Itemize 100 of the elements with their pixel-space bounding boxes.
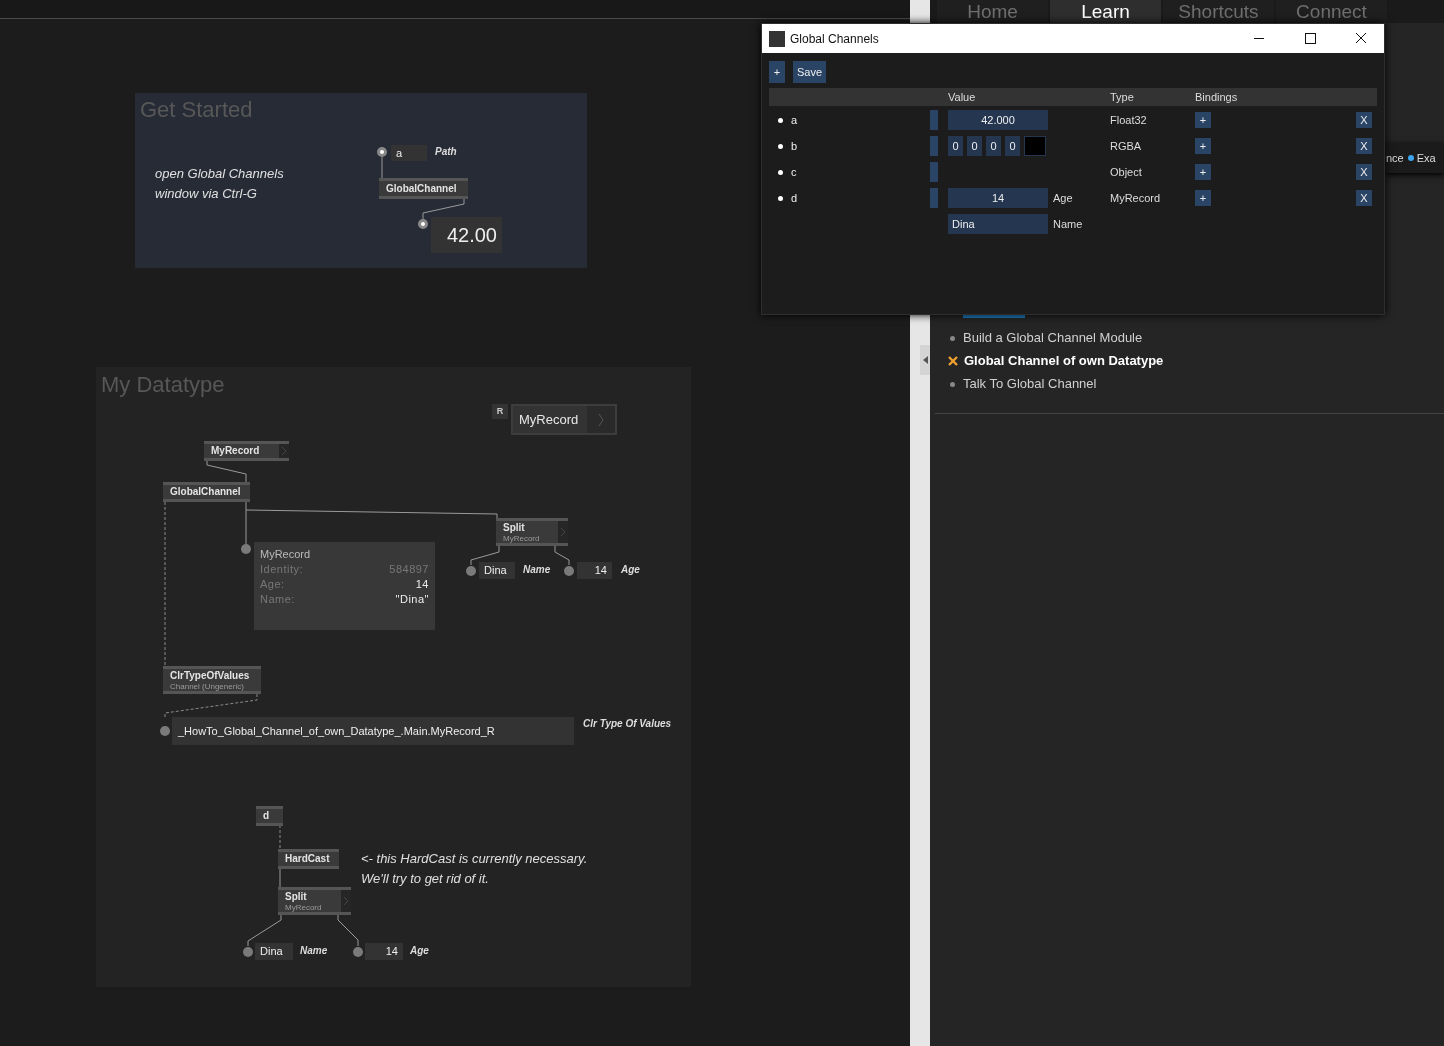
node[interactable]: HardCast <box>278 849 339 869</box>
add-binding-button[interactable]: + <box>1195 190 1211 206</box>
node-title: GlobalChannel <box>170 486 241 498</box>
bullet-icon <box>778 195 783 201</box>
node-title: Split <box>503 521 526 534</box>
add-binding-button[interactable]: + <box>1195 112 1211 128</box>
comment-text: <- this HardCast is currently necessary. We'll try to get rid of it. <box>361 850 588 888</box>
channel-type: MyRecord <box>1110 191 1162 206</box>
node[interactable]: ClrTypeOfValues Channel (Ungeneric) <box>163 666 261 694</box>
node[interactable]: GlobalChannel <box>379 178 468 199</box>
tooltip-title: MyRecord <box>260 548 312 560</box>
value-box[interactable]: a <box>391 145 427 161</box>
channel-name[interactable]: b <box>791 140 798 152</box>
add-binding-button[interactable]: + <box>1195 138 1211 154</box>
pin[interactable] <box>377 147 387 157</box>
type-badge: R <box>492 404 508 419</box>
value-box[interactable]: 14 <box>365 943 403 960</box>
node-title: GlobalChannel <box>386 182 458 195</box>
comment-text: open Global Channels window via Ctrl-G <box>155 165 284 203</box>
sub-tab[interactable]: nce <box>1386 152 1404 164</box>
bullet-icon <box>950 381 955 387</box>
pin-label: Clr Type Of Values <box>583 717 672 731</box>
node-title: HardCast <box>285 853 330 865</box>
wire <box>470 545 500 566</box>
node-subtitle: MyRecord <box>503 533 540 543</box>
value-field[interactable]: 0 <box>967 136 982 156</box>
window-title: Global Channels <box>790 31 880 46</box>
pin-label: Age <box>621 563 640 577</box>
tooltip-value: 14 <box>415 578 429 590</box>
node-title: Split <box>285 890 308 903</box>
channel-name[interactable]: c <box>791 166 797 178</box>
node-title: ClrTypeOfValues <box>170 669 250 682</box>
node[interactable]: GlobalChannel <box>163 482 250 502</box>
value-field[interactable]: 14 <box>948 188 1048 208</box>
tab[interactable]: Learn <box>1050 0 1161 23</box>
chevron-icon <box>598 412 604 427</box>
bullet-icon <box>778 169 783 175</box>
toolbar-button[interactable]: Save <box>793 61 827 83</box>
row-handle[interactable] <box>930 188 938 208</box>
node-title: d <box>263 810 270 822</box>
channel-name[interactable]: a <box>791 114 798 126</box>
lesson-item[interactable]: Build a Global Channel Module <box>948 329 1164 347</box>
value-box[interactable]: 42.00 <box>431 217 502 253</box>
row-handle[interactable] <box>930 162 938 182</box>
sub-tab[interactable]: Exa <box>1416 152 1436 164</box>
value-box[interactable]: Dina <box>255 943 293 960</box>
column-header: Value <box>948 90 977 105</box>
lesson-label: Talk To Global Channel <box>963 375 1097 393</box>
color-swatch[interactable] <box>1024 136 1046 156</box>
row-handle[interactable] <box>930 110 938 130</box>
node-title: MyRecord <box>211 445 260 457</box>
node-subtitle: Channel (Ungeneric) <box>170 681 245 691</box>
wire <box>381 156 383 179</box>
wire <box>554 545 570 566</box>
wire <box>206 459 247 483</box>
channel-type: RGBA <box>1110 139 1143 154</box>
channel-name[interactable]: d <box>791 192 798 204</box>
value-field[interactable]: 0 <box>1005 136 1020 156</box>
wire <box>422 198 465 220</box>
node[interactable]: Split MyRecord <box>278 887 351 915</box>
tooltip-value: 584897 <box>389 563 429 575</box>
value-field[interactable]: 0 <box>948 136 963 156</box>
remove-button[interactable]: X <box>1356 112 1372 128</box>
node[interactable]: MyRecord <box>204 441 289 461</box>
bullet-icon <box>778 143 783 149</box>
node[interactable]: Split MyRecord <box>496 518 568 546</box>
add-binding-button[interactable]: + <box>1195 164 1211 180</box>
value-box[interactable]: Dina <box>479 562 515 579</box>
column-header: Type <box>1110 90 1135 105</box>
value-box[interactable]: _HowTo_Global_Channel_of_own_Datatype_.Main.MyRecord_R <box>172 717 574 745</box>
value-field[interactable]: 42.000 <box>948 110 1048 130</box>
collapse-handle[interactable] <box>920 345 930 375</box>
node[interactable]: d <box>256 806 283 826</box>
chevron-icon <box>560 527 566 537</box>
toolbar-button[interactable]: + <box>769 61 785 83</box>
lesson-label: Build a Global Channel Module <box>963 329 1143 347</box>
wire <box>279 824 281 850</box>
app-icon <box>769 30 785 47</box>
tooltip-label: Identity: <box>260 563 304 575</box>
row-handle[interactable] <box>930 136 938 156</box>
wire <box>279 867 281 888</box>
remove-button[interactable]: X <box>1356 138 1372 154</box>
wire <box>337 914 359 947</box>
tooltip-value: "Dina" <box>395 593 429 605</box>
lesson-item[interactable]: Talk To Global Channel <box>948 375 1164 393</box>
field-label: Name <box>1053 218 1083 230</box>
chevron-icon <box>281 446 287 456</box>
pin-label: Name <box>523 563 551 577</box>
value-field[interactable]: Dina <box>948 214 1048 234</box>
type-node[interactable]: MyRecord <box>511 404 617 435</box>
value-field[interactable]: 0 <box>986 136 1001 156</box>
channel-type: Object <box>1110 165 1143 180</box>
pin[interactable] <box>418 219 428 229</box>
bullet-icon <box>778 117 783 123</box>
field-label: Age <box>1053 192 1073 204</box>
tab-underline <box>963 315 1025 318</box>
pin-label: Age <box>410 944 429 958</box>
remove-button[interactable]: X <box>1356 164 1372 180</box>
value-box[interactable]: 14 <box>577 562 612 579</box>
remove-button[interactable]: X <box>1356 190 1372 206</box>
